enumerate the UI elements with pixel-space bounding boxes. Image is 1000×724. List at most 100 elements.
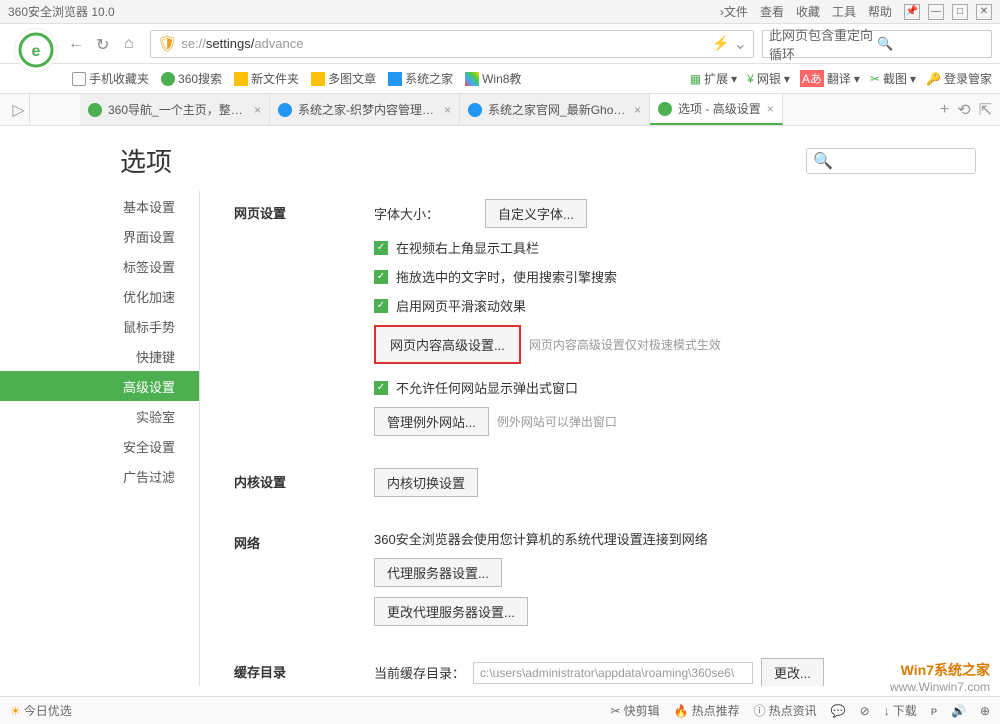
tab-overflow-button[interactable]: ⇱ [979,100,992,120]
menu-favorites[interactable]: 收藏 [796,3,820,20]
favicon [278,103,292,117]
webpage-advanced-hint: 网页内容高级设置仅对极速模式生效 [529,336,721,353]
toolbar-translate[interactable]: Aあ翻译▾ [800,70,860,87]
back-button[interactable]: ← [68,35,86,53]
font-size-label: 字体大小： [374,204,439,223]
bookmark-mobile[interactable]: 手机收藏夹 [72,70,149,87]
checkbox-block-popup[interactable]: ✓ [374,381,388,395]
webpage-advanced-button[interactable]: 网页内容高级设置... [374,325,521,364]
manage-exceptions-button[interactable]: 管理例外网站... [374,407,489,436]
toolbar-extensions[interactable]: ▦扩展▾ [690,70,737,87]
proxy-settings-button[interactable]: 代理服务器设置... [374,558,502,587]
close-icon[interactable]: × [444,103,451,117]
info-icon: ⓘ [754,702,766,719]
home-button[interactable]: ⌂ [124,35,142,53]
section-title-cache: 缓存目录 [234,658,374,686]
bookmark-system[interactable]: 系统之家 [388,70,453,87]
new-tab-button[interactable]: + [940,101,949,119]
bookmark-win8[interactable]: Win8教 [465,70,521,87]
window-pin-button[interactable]: 📌 [904,4,920,20]
tab-360nav[interactable]: 360导航_一个主页，整个世× [80,94,270,125]
bookmark-360search[interactable]: 360搜索 [161,70,222,87]
checkbox-smooth-scroll[interactable]: ✓ [374,299,388,313]
search-icon[interactable]: 🔍 [877,36,985,52]
kernel-switch-button[interactable]: 内核切换设置 [374,468,478,497]
sidebar-item-interface[interactable]: 界面设置 [0,221,199,251]
translate-icon: Aあ [800,70,824,87]
360-icon [161,72,175,86]
custom-font-button[interactable]: 自定义字体... [485,199,587,228]
mobile-icon [72,72,86,86]
close-icon[interactable]: × [767,102,774,116]
window-menus: 文件 查看 收藏 工具 帮助 [724,3,892,20]
svg-text:e: e [32,43,41,60]
checkbox-drag-search[interactable]: ✓ [374,270,388,284]
tab-dedecms[interactable]: 系统之家-织梦内容管理系统× [270,94,460,125]
window-minimize-button[interactable]: — [928,4,944,20]
section-title-kernel: 内核设置 [234,468,374,507]
sidebar-item-advanced[interactable]: 高级设置 [0,371,199,401]
search-icon: 🔍 [813,151,833,171]
sidebar-item-mouse[interactable]: 鼠标手势 [0,311,199,341]
change-proxy-button[interactable]: 更改代理服务器设置... [374,597,528,626]
message-box[interactable]: 此网页包含重定向循环 🔍 [762,30,992,58]
status-block[interactable]: ⊘ [860,704,870,718]
tab-list-button[interactable]: ▷ [8,94,30,125]
sidebar-item-tabs[interactable]: 标签设置 [0,251,199,281]
folder-icon [311,72,325,86]
menu-tools[interactable]: 工具 [832,3,856,20]
lightning-icon[interactable]: ⚡ [712,35,729,52]
sidebar-item-shortcuts[interactable]: 快捷键 [0,341,199,371]
sun-icon: ☀ [10,704,21,718]
favicon [658,102,672,116]
window-close-button[interactable]: ✕ [976,4,992,20]
status-recommend[interactable]: 🔥热点推荐 [674,702,740,719]
toolbar-bank[interactable]: ¥网银▾ [747,70,790,87]
sidebar-item-adblock[interactable]: 广告过滤 [0,461,199,491]
close-icon[interactable]: × [254,103,261,117]
status-download[interactable]: ↓下载 [884,702,917,719]
close-icon[interactable]: × [634,103,641,117]
chat-icon: 💬 [831,704,846,718]
browser-logo: e [14,28,58,72]
status-zoom[interactable]: ⊕ [980,704,990,718]
url-bar[interactable]: 🛡 se://settings/advance ⚡ ⌄ [150,30,754,58]
sidebar-item-lab[interactable]: 实验室 [0,401,199,431]
status-quickedit[interactable]: ✂快剪辑 [611,702,660,719]
scissors-icon: ✂ [611,704,621,718]
menu-view[interactable]: 查看 [760,3,784,20]
sidebar-item-security[interactable]: 安全设置 [0,431,199,461]
dropdown-icon[interactable]: ⌄ [734,34,747,54]
status-mute[interactable]: 🔊 [951,704,966,718]
section-title-network: 网络 [234,529,374,636]
cache-path-input[interactable] [473,662,753,684]
section-title-webpage: 网页设置 [234,199,374,446]
toolbar-screenshot[interactable]: ✂截图▾ [870,70,916,87]
status-hotnews[interactable]: ⓘ热点资讯 [754,702,817,719]
toolbar-login[interactable]: 🔑登录管家 [926,70,992,87]
bookmark-newfolder[interactable]: 新文件夹 [234,70,299,87]
window-title: 360安全浏览器 10.0 [8,3,720,20]
block-icon: ⊘ [860,704,870,718]
checkbox-video-toolbar[interactable]: ✓ [374,241,388,255]
restore-tab-button[interactable]: ⟲ [957,100,970,120]
url-text: se://settings/advance [181,36,708,51]
window-maximize-button[interactable]: □ [952,4,968,20]
status-momo[interactable]: ᴘ [931,704,937,718]
sidebar-item-basic[interactable]: 基本设置 [0,191,199,221]
settings-search[interactable]: 🔍 [806,148,976,174]
tab-settings[interactable]: 选项 - 高级设置× [650,94,783,125]
sidebar-item-optimize[interactable]: 优化加速 [0,281,199,311]
menu-file[interactable]: 文件 [724,3,748,20]
status-chat[interactable]: 💬 [831,704,846,718]
change-cache-button[interactable]: 更改... [761,658,824,686]
tab-ghost[interactable]: 系统之家官网_最新Ghost X× [460,94,650,125]
bookmark-multipic[interactable]: 多图文章 [311,70,376,87]
status-today[interactable]: ☀今日优选 [10,702,72,719]
scissors-icon: ✂ [870,72,880,86]
menu-help[interactable]: 帮助 [868,3,892,20]
bookmark-bar: 手机收藏夹 360搜索 新文件夹 多图文章 系统之家 Win8教 ▦扩展▾ ¥网… [0,64,1000,94]
bank-icon: ¥ [747,72,754,86]
sys-icon [388,72,402,86]
refresh-button[interactable]: ↻ [96,35,114,53]
